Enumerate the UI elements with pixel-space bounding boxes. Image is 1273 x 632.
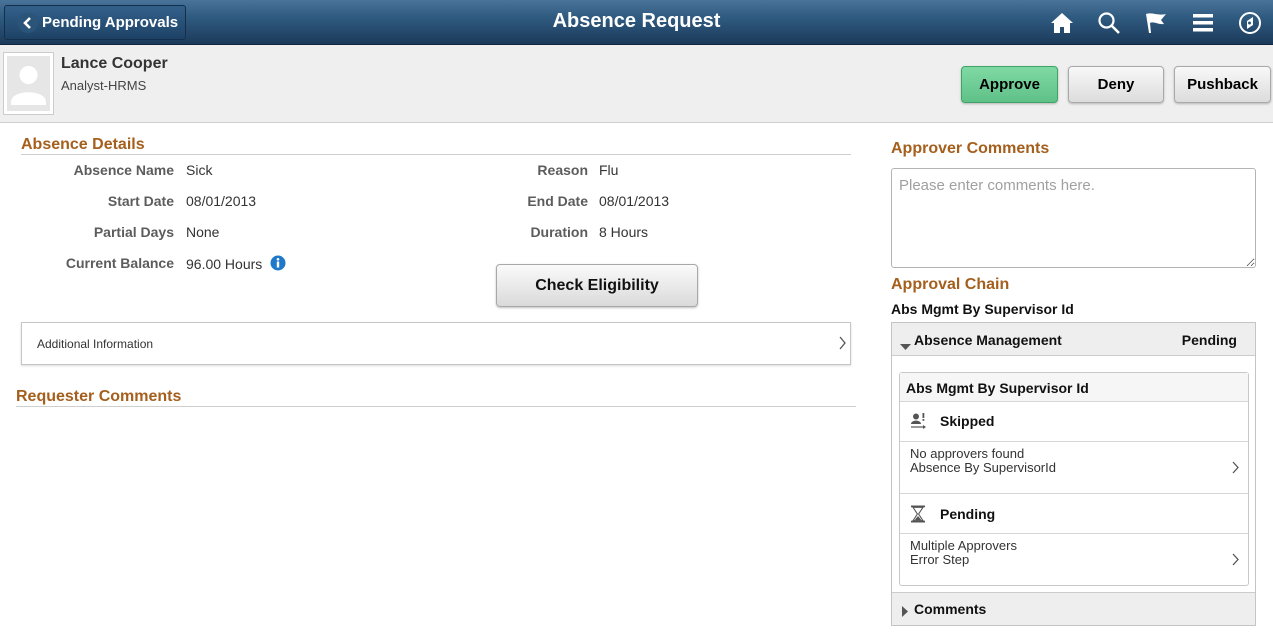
approve-button[interactable]: Approve bbox=[961, 66, 1058, 103]
menu-icon[interactable] bbox=[1179, 0, 1226, 45]
step-detail-line2: Error Step bbox=[910, 552, 970, 567]
current-balance-value: 96.00 Hours bbox=[186, 256, 263, 272]
approver-comments-input[interactable] bbox=[891, 168, 1256, 268]
navbar-compass-icon[interactable] bbox=[1226, 0, 1273, 45]
chevron-right-icon bbox=[1232, 553, 1240, 571]
absence-name-value: Sick bbox=[186, 162, 213, 178]
comments-toggle[interactable]: Comments bbox=[892, 592, 1255, 625]
approver-comments-title: Approver Comments bbox=[891, 140, 1050, 157]
section-divider bbox=[16, 406, 856, 407]
step-detail-line2: Absence By SupervisorId bbox=[910, 460, 1056, 475]
chevron-right-icon bbox=[839, 336, 847, 355]
deny-button[interactable]: Deny bbox=[1068, 66, 1164, 103]
absence-details-title: Absence Details bbox=[21, 136, 145, 153]
additional-information-row[interactable]: Additional Information bbox=[21, 322, 851, 365]
person-silhouette-icon bbox=[11, 66, 46, 105]
partial-days-value: None bbox=[186, 224, 220, 240]
approval-group-title: Absence Management bbox=[914, 332, 1062, 348]
employee-header: Lance Cooper Analyst-HRMS Approve Deny P… bbox=[0, 45, 1273, 123]
reason-value: Flu bbox=[599, 162, 619, 178]
skipped-user-icon bbox=[910, 412, 928, 435]
approval-group-status: Pending bbox=[1181, 332, 1237, 348]
section-divider bbox=[21, 154, 851, 155]
home-icon[interactable] bbox=[1038, 0, 1085, 45]
avatar bbox=[3, 52, 54, 115]
approval-steps-card: Abs Mgmt By Supervisor Id Skipped No app… bbox=[899, 372, 1249, 586]
step-status: Pending bbox=[940, 506, 996, 522]
step-status: Skipped bbox=[940, 413, 995, 429]
approval-steps-card-header: Abs Mgmt By Supervisor Id bbox=[900, 373, 1248, 402]
info-icon[interactable] bbox=[270, 255, 286, 274]
step-detail-row[interactable]: No approvers found Absence By Supervisor… bbox=[900, 442, 1248, 494]
partial-days-label: Partial Days bbox=[93, 224, 174, 240]
back-to-pending-approvals-button[interactable]: Pending Approvals bbox=[4, 5, 186, 40]
absence-name-label: Absence Name bbox=[73, 162, 174, 178]
triangle-down-icon bbox=[900, 337, 911, 355]
current-balance-label: Current Balance bbox=[65, 255, 174, 271]
approval-steps-card-title: Abs Mgmt By Supervisor Id bbox=[906, 380, 1089, 396]
top-banner: Pending Approvals Absence Request bbox=[0, 0, 1273, 45]
step-detail-line1: No approvers found bbox=[910, 446, 1025, 461]
approval-chain-title: Approval Chain bbox=[891, 276, 1010, 293]
step-detail-line1: Multiple Approvers bbox=[910, 538, 1017, 553]
back-button-label: Pending Approvals bbox=[42, 14, 179, 31]
employee-name: Lance Cooper bbox=[61, 55, 168, 72]
duration-label: Duration bbox=[530, 224, 588, 240]
search-icon[interactable] bbox=[1085, 0, 1132, 45]
comments-label: Comments bbox=[914, 601, 987, 617]
step-detail-row[interactable]: Multiple Approvers Error Step bbox=[900, 534, 1248, 586]
employee-job-title: Analyst-HRMS bbox=[61, 78, 147, 93]
step-status-row: Pending bbox=[900, 495, 1248, 534]
absence-management-toggle[interactable]: Absence Management Pending bbox=[892, 323, 1255, 356]
chevron-left-icon bbox=[18, 12, 38, 33]
duration-value: 8 Hours bbox=[599, 224, 649, 240]
current-balance-row: 96.00 Hours bbox=[186, 255, 286, 274]
check-eligibility-button[interactable]: Check Eligibility bbox=[496, 264, 698, 307]
flag-icon[interactable] bbox=[1132, 0, 1179, 45]
triangle-right-icon bbox=[902, 604, 908, 622]
start-date-value: 08/01/2013 bbox=[186, 193, 257, 209]
approval-chain-panel: Absence Management Pending Abs Mgmt By S… bbox=[891, 322, 1256, 626]
chevron-right-icon bbox=[1232, 461, 1240, 479]
additional-information-label: Additional Information bbox=[37, 337, 154, 351]
reason-label: Reason bbox=[537, 162, 588, 178]
step-status-row: Skipped bbox=[900, 402, 1248, 442]
pushback-button[interactable]: Pushback bbox=[1174, 66, 1271, 103]
requester-comments-title: Requester Comments bbox=[16, 388, 182, 405]
end-date-value: 08/01/2013 bbox=[599, 193, 670, 209]
start-date-label: Start Date bbox=[107, 193, 174, 209]
approval-process-name: Abs Mgmt By Supervisor Id bbox=[891, 301, 1074, 317]
hourglass-icon bbox=[910, 505, 926, 528]
end-date-label: End Date bbox=[527, 193, 588, 209]
